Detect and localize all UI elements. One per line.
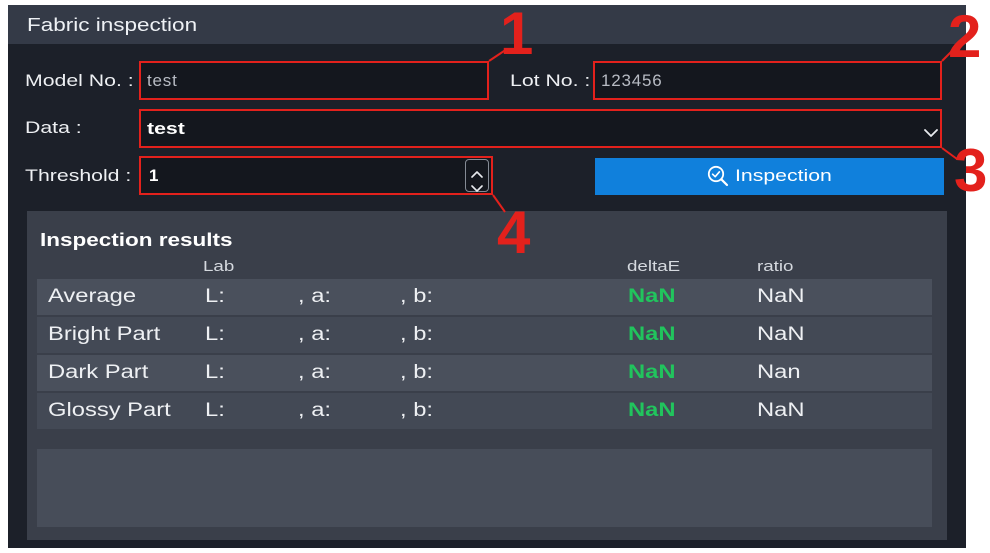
result-row-glossy-part: Glossy Part L: , a: , b: NaN NaN [37,393,932,429]
data-select-value: test [147,119,185,138]
search-check-icon [707,165,729,187]
model-no-input[interactable] [139,61,489,100]
ratio-value: NaN [757,286,805,307]
column-header-ratio: ratio [757,258,794,275]
threshold-spinner[interactable] [465,159,489,192]
data-select[interactable]: test [139,109,942,148]
lab-l-label: L: [205,286,225,307]
annotation-marker-1: 1 [500,0,534,67]
lot-no-input[interactable] [593,61,942,100]
result-row-bright-part: Bright Part L: , a: , b: NaN NaN [37,317,932,353]
chevron-up-icon[interactable] [471,165,483,178]
lot-no-label: Lot No. : [510,71,591,90]
inspection-results-panel: Inspection results Lab deltaE ratio Aver… [27,211,947,540]
lab-a-label: , a: [298,286,332,307]
row-label: Dark Part [48,362,149,383]
chevron-down-icon [924,125,938,137]
delta-e-value: NaN [628,324,676,345]
delta-e-value: NaN [628,400,676,421]
annotation-marker-3: 3 [954,137,988,204]
ratio-value: NaN [757,400,805,421]
inspection-button[interactable]: Inspection [595,158,944,195]
lab-a-label: , a: [298,324,332,345]
lab-b-label: , b: [400,362,434,383]
lab-b-label: , b: [400,400,434,421]
delta-e-value: NaN [628,286,676,307]
result-row-dark-part: Dark Part L: , a: , b: NaN Nan [37,355,932,391]
ratio-value: Nan [757,362,801,383]
column-header-lab: Lab [203,258,235,275]
threshold-input[interactable] [141,158,459,193]
data-label: Data : [25,118,82,137]
fabric-inspection-window: Fabric inspection Model No. : Lot No. : … [8,5,966,548]
column-header-delta-e: deltaE [627,258,681,275]
threshold-stepper[interactable] [139,156,493,195]
annotation-marker-2: 2 [948,3,982,70]
lab-a-label: , a: [298,400,332,421]
row-label: Glossy Part [48,400,171,421]
window-title: Fabric inspection [27,15,198,35]
lab-l-label: L: [205,400,225,421]
lab-l-label: L: [205,362,225,383]
lab-b-label: , b: [400,286,434,307]
annotation-marker-4: 4 [497,199,531,266]
delta-e-value: NaN [628,362,676,383]
results-title: Inspection results [40,230,233,250]
title-bar: Fabric inspection [8,5,966,44]
screen: Fabric inspection Model No. : Lot No. : … [0,0,990,553]
result-row-average: Average L: , a: , b: NaN NaN [37,279,932,315]
inspection-button-label: Inspection [735,166,832,185]
ratio-value: NaN [757,324,805,345]
lab-l-label: L: [205,324,225,345]
model-no-label: Model No. : [25,71,134,90]
chevron-down-icon[interactable] [471,179,483,192]
results-detail-area [37,449,932,527]
lab-b-label: , b: [400,324,434,345]
threshold-label: Threshold : [25,166,132,185]
lab-a-label: , a: [298,362,332,383]
row-label: Bright Part [48,324,161,345]
row-label: Average [48,286,137,307]
